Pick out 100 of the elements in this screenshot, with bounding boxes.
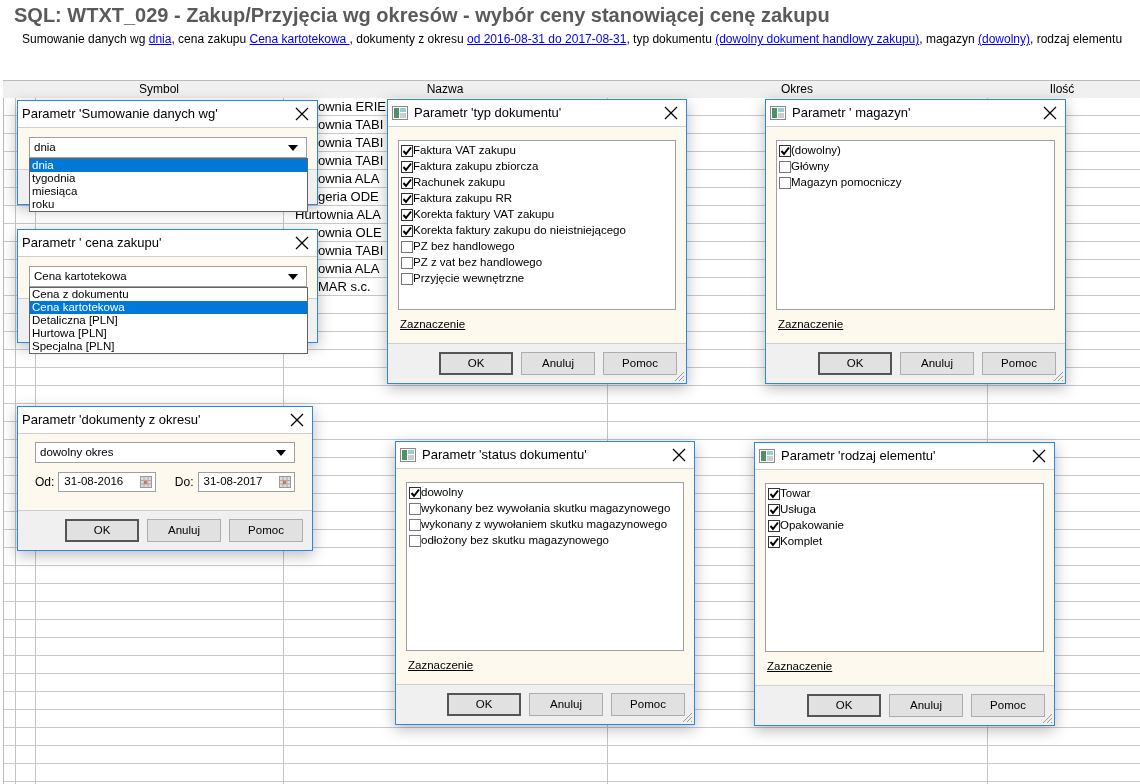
checkbox[interactable] [401, 209, 413, 221]
dropdown-field[interactable]: Cena kartotekowa [29, 266, 307, 287]
checkbox-label: odłożony bez skutku magazynowego [421, 533, 609, 549]
checkbox-label: PZ z vat bez handlowego [413, 255, 543, 271]
dialog-title: Parametr 'dokumenty z okresu' [22, 411, 202, 430]
selection-link[interactable]: Zaznaczenie [767, 659, 833, 672]
dialog-button[interactable]: Anuluj [900, 352, 974, 375]
close-button[interactable] [1032, 449, 1046, 463]
table-cell: ownia TABI [318, 135, 384, 150]
close-button[interactable] [295, 107, 309, 121]
checkbox[interactable] [768, 488, 780, 500]
dialog-title: Parametr ' cena zakupu' [22, 234, 163, 253]
checkbox-label: Opakowanie [780, 518, 844, 534]
dialog-button[interactable]: OK [439, 352, 513, 375]
checkbox-label: wykonany bez wywołania skutku magazynowego [421, 501, 671, 517]
checkbox-label: Przyjęcie wewnętrzne [413, 271, 525, 287]
resize-grip-icon[interactable] [681, 711, 693, 723]
dialog-button[interactable]: Anuluj [889, 694, 963, 717]
checkbox[interactable] [409, 487, 421, 499]
dialog-button[interactable]: Anuluj [521, 352, 595, 375]
close-button[interactable] [672, 448, 686, 462]
dropdown-option[interactable]: Cena z dokumentu [30, 288, 307, 301]
table-cell: geria ODE [318, 189, 379, 204]
dialog-button[interactable]: OK [807, 694, 881, 717]
checkbox[interactable] [779, 177, 791, 189]
checkbox[interactable] [409, 519, 421, 531]
check-icon [780, 146, 790, 156]
dropdown-arrow-icon [276, 449, 286, 456]
checkbox[interactable] [768, 520, 780, 532]
column-header: Ilość [1049, 82, 1075, 96]
checkbox[interactable] [401, 177, 413, 189]
checkbox[interactable] [409, 503, 421, 515]
dialog-button[interactable]: OK [65, 519, 139, 542]
dialog-button[interactable]: Anuluj [529, 693, 603, 716]
checkbox[interactable] [409, 535, 421, 547]
resize-grip-icon[interactable] [673, 370, 685, 382]
dialog-button[interactable]: Pomoc [982, 352, 1056, 375]
close-button[interactable] [290, 413, 304, 427]
resize-grip-icon[interactable] [1052, 370, 1064, 382]
dropdown-option[interactable]: Detaliczna [PLN] [30, 314, 307, 327]
checkbox[interactable] [401, 241, 413, 253]
resize-grip-icon[interactable] [1041, 712, 1053, 724]
selection-link[interactable]: Zaznaczenie [778, 317, 844, 330]
filter-link[interactable]: (dowolny) [977, 32, 1030, 46]
dropdown-option[interactable]: Cena kartotekowa [30, 301, 307, 314]
checkbox-label: Korekta faktury VAT zakupu [413, 207, 555, 223]
column-header: Okres [781, 82, 813, 96]
checkbox-label: Usługa [780, 502, 816, 518]
table-cell: ownia OLE [318, 225, 382, 240]
dialog-title: Parametr 'typ dokumentu' [414, 104, 563, 123]
report-title: SQL: WTXT_029 - Zakup/Przyjęcia wg okresów - wybór ceny stanowiącej cenę zakupu [14, 3, 831, 27]
checkbox-label: PZ bez handlowego [413, 239, 515, 255]
table-cell: ownia ALA [318, 171, 380, 186]
checkbox[interactable] [768, 504, 780, 516]
checkbox-label: Faktura VAT zakupu [413, 143, 516, 159]
calendar-icon[interactable] [139, 476, 152, 488]
checkbox-label: Faktura zakupu zbiorcza [413, 159, 539, 175]
dialog-title: Parametr 'status dokumentu' [422, 446, 588, 465]
checkbox[interactable] [401, 161, 413, 173]
selection-link[interactable]: Zaznaczenie [400, 317, 466, 330]
checkbox[interactable] [401, 193, 413, 205]
checkbox-label: Komplet [780, 534, 823, 550]
date-field[interactable]: 31-08-2017 [197, 472, 295, 492]
dropdown-option[interactable]: Specjalna [PLN] [30, 340, 307, 353]
dropdown-option[interactable]: Hurtowa [PLN] [30, 327, 307, 340]
dropdown-option[interactable]: tygodnia [30, 172, 307, 185]
selection-link[interactable]: Zaznaczenie [408, 658, 474, 671]
checkbox[interactable] [401, 225, 413, 237]
filter-link[interactable]: Cena kartotekowa [249, 32, 350, 46]
checkbox[interactable] [401, 273, 413, 285]
checkbox-label: dowolny [421, 485, 464, 501]
dialog-button[interactable]: Pomoc [229, 519, 303, 542]
table-cell: ownia TABI [318, 153, 384, 168]
dropdown-option[interactable]: miesiąca [30, 185, 307, 198]
dialog-button[interactable]: Pomoc [603, 352, 677, 375]
dropdown-arrow-icon [288, 273, 298, 280]
date-field[interactable]: 31-08-2016 [58, 472, 156, 492]
close-button[interactable] [1043, 106, 1057, 120]
close-button[interactable] [295, 236, 309, 250]
checkbox[interactable] [401, 145, 413, 157]
dialog-button[interactable]: Anuluj [147, 519, 221, 542]
checkbox[interactable] [779, 145, 791, 157]
dialog-button[interactable]: Pomoc [971, 694, 1045, 717]
checkbox[interactable] [401, 257, 413, 269]
dropdown-option[interactable]: dnia [30, 159, 307, 172]
checkbox-label: Korekta faktury zakupu do nieistniejącego [413, 223, 626, 239]
dialog-button[interactable]: OK [447, 693, 521, 716]
dialog-button[interactable]: Pomoc [611, 693, 685, 716]
field-label: Od: [35, 474, 55, 491]
dropdown-field[interactable]: dowolny okres [35, 442, 295, 463]
dialog-title: Parametr ' magazyn' [792, 104, 912, 123]
table-cell: ownia TABI [318, 117, 384, 132]
close-button[interactable] [664, 106, 678, 120]
checkbox[interactable] [768, 536, 780, 548]
table-cell: MAR s.c. [318, 279, 371, 294]
dialog-title: Parametr 'rodzaj elementu' [781, 447, 937, 466]
dropdown-field[interactable]: dnia [29, 137, 307, 158]
checkbox-label: wykonany z wywołaniem skutku magazynowego [421, 517, 668, 533]
checkbox[interactable] [779, 161, 791, 173]
dialog-button[interactable]: OK [818, 352, 892, 375]
